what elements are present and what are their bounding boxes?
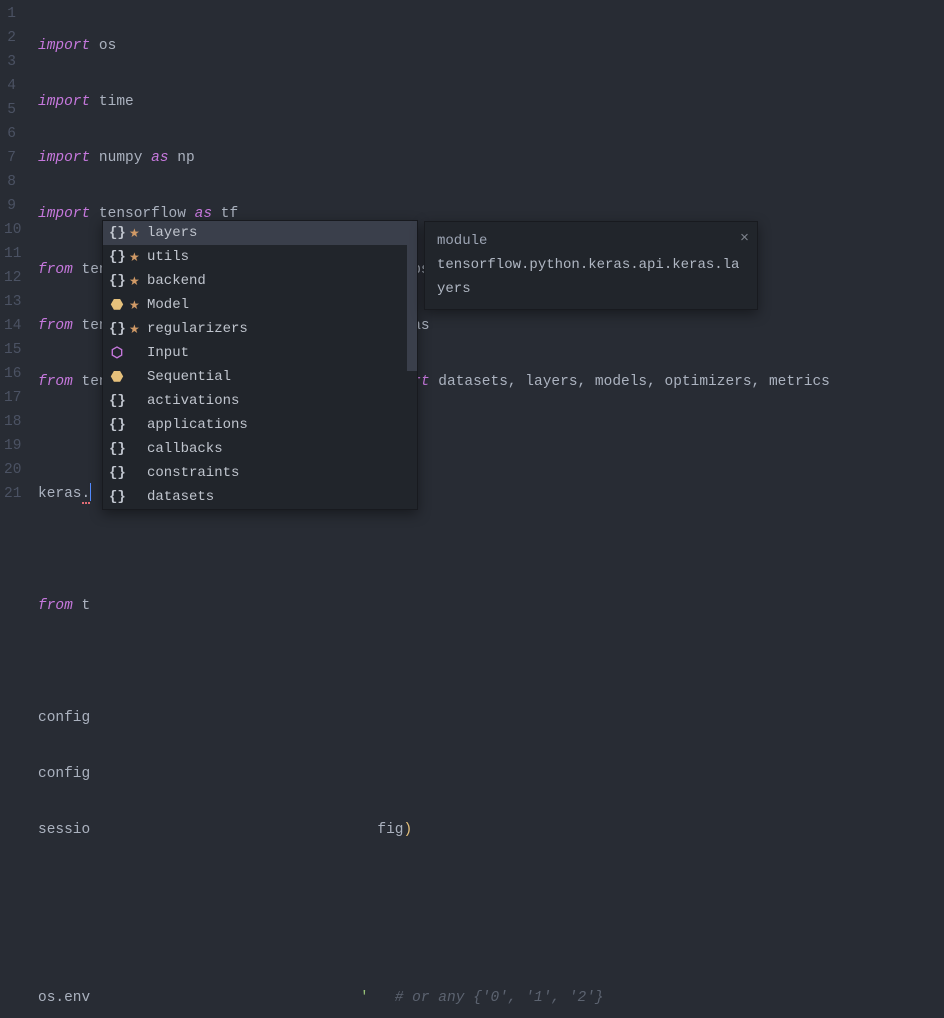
autocomplete-item-label: applications — [147, 417, 248, 433]
line-number: 12 — [4, 266, 16, 290]
autocomplete-item[interactable]: {} callbacks — [103, 437, 417, 461]
autocomplete-item[interactable]: {} constraints — [103, 461, 417, 485]
autocomplete-item[interactable]: {} activations — [103, 389, 417, 413]
line-number: 19 — [4, 434, 16, 458]
code-line — [38, 650, 944, 674]
class-icon: ⬣ — [109, 297, 125, 314]
module-icon: {} — [109, 417, 125, 433]
code-line: config — [38, 762, 944, 786]
code-line: config — [38, 706, 944, 730]
line-number: 13 — [4, 290, 16, 314]
code-line: import numpy as np — [38, 146, 944, 170]
autocomplete-item[interactable]: {} ★ backend — [103, 269, 417, 293]
code-line: sessio fig) — [38, 818, 944, 842]
line-number: 1 — [4, 2, 16, 26]
autocomplete-item[interactable]: {} ★ regularizers — [103, 317, 417, 341]
autocomplete-item-label: regularizers — [147, 321, 248, 337]
line-number: 2 — [4, 26, 16, 50]
line-number: 10 — [4, 218, 16, 242]
module-icon: {} — [109, 249, 125, 265]
code-line: import time — [38, 90, 944, 114]
autocomplete-item-label: activations — [147, 393, 239, 409]
line-gutter: 123456789101112131415161718192021 — [0, 0, 24, 509]
autocomplete-item[interactable]: ⬣ Sequential — [103, 365, 417, 389]
code-line — [38, 538, 944, 562]
line-number: 9 — [4, 194, 16, 218]
line-number: 16 — [4, 362, 16, 386]
autocomplete-item-label: constraints — [147, 465, 239, 481]
variable-icon: ⬡ — [109, 345, 125, 362]
line-number: 5 — [4, 98, 16, 122]
doc-module-name: tensorflow.python.keras.api.keras.layers — [437, 254, 745, 302]
module-icon: {} — [109, 273, 125, 289]
code-line: from t — [38, 594, 944, 618]
doc-kind-label: module — [437, 230, 745, 254]
star-icon: ★ — [129, 250, 143, 265]
star-icon: ★ — [129, 226, 143, 241]
close-icon[interactable]: × — [740, 226, 749, 252]
line-number: 11 — [4, 242, 16, 266]
code-line — [38, 930, 944, 954]
line-number: 20 — [4, 458, 16, 482]
autocomplete-item[interactable]: {} applications — [103, 413, 417, 437]
autocomplete-popup[interactable]: {} ★ layers {} ★ utils {} ★ backend ⬣ ★ Model {} ★ reg… — [102, 220, 418, 510]
text-cursor — [90, 483, 91, 501]
line-number: 17 — [4, 386, 16, 410]
module-icon: {} — [109, 393, 125, 409]
autocomplete-item[interactable]: {} ★ layers — [103, 221, 417, 245]
autocomplete-item-label: utils — [147, 249, 189, 265]
line-number: 6 — [4, 122, 16, 146]
autocomplete-item[interactable]: ⬡ Input — [103, 341, 417, 365]
line-number: 14 — [4, 314, 16, 338]
autocomplete-scrollbar[interactable] — [407, 221, 417, 371]
autocomplete-item-label: datasets — [147, 489, 214, 505]
line-number: 21 — [4, 482, 16, 506]
line-number: 7 — [4, 146, 16, 170]
module-icon: {} — [109, 441, 125, 457]
documentation-popup: × module tensorflow.python.keras.api.ker… — [424, 221, 758, 310]
line-number: 8 — [4, 170, 16, 194]
star-icon: ★ — [129, 322, 143, 337]
module-icon: {} — [109, 321, 125, 337]
line-number: 4 — [4, 74, 16, 98]
line-number: 18 — [4, 410, 16, 434]
autocomplete-item-label: layers — [147, 225, 197, 241]
code-line — [38, 874, 944, 898]
module-icon: {} — [109, 465, 125, 481]
autocomplete-item-label: Sequential — [147, 369, 231, 385]
star-icon: ★ — [129, 298, 143, 313]
line-number: 15 — [4, 338, 16, 362]
autocomplete-item-label: callbacks — [147, 441, 223, 457]
autocomplete-item-label: backend — [147, 273, 206, 289]
autocomplete-item-label: Model — [147, 297, 189, 313]
code-line: os.env ' # or any {'0', '1', '2'} — [38, 986, 944, 1010]
star-icon: ★ — [129, 274, 143, 289]
autocomplete-item[interactable]: {} datasets — [103, 485, 417, 509]
module-icon: {} — [109, 489, 125, 505]
line-number: 3 — [4, 50, 16, 74]
autocomplete-item-label: Input — [147, 345, 189, 361]
class-icon: ⬣ — [109, 369, 125, 386]
module-icon: {} — [109, 225, 125, 241]
autocomplete-item[interactable]: ⬣ ★ Model — [103, 293, 417, 317]
autocomplete-item[interactable]: {} ★ utils — [103, 245, 417, 269]
code-line: import os — [38, 34, 944, 58]
